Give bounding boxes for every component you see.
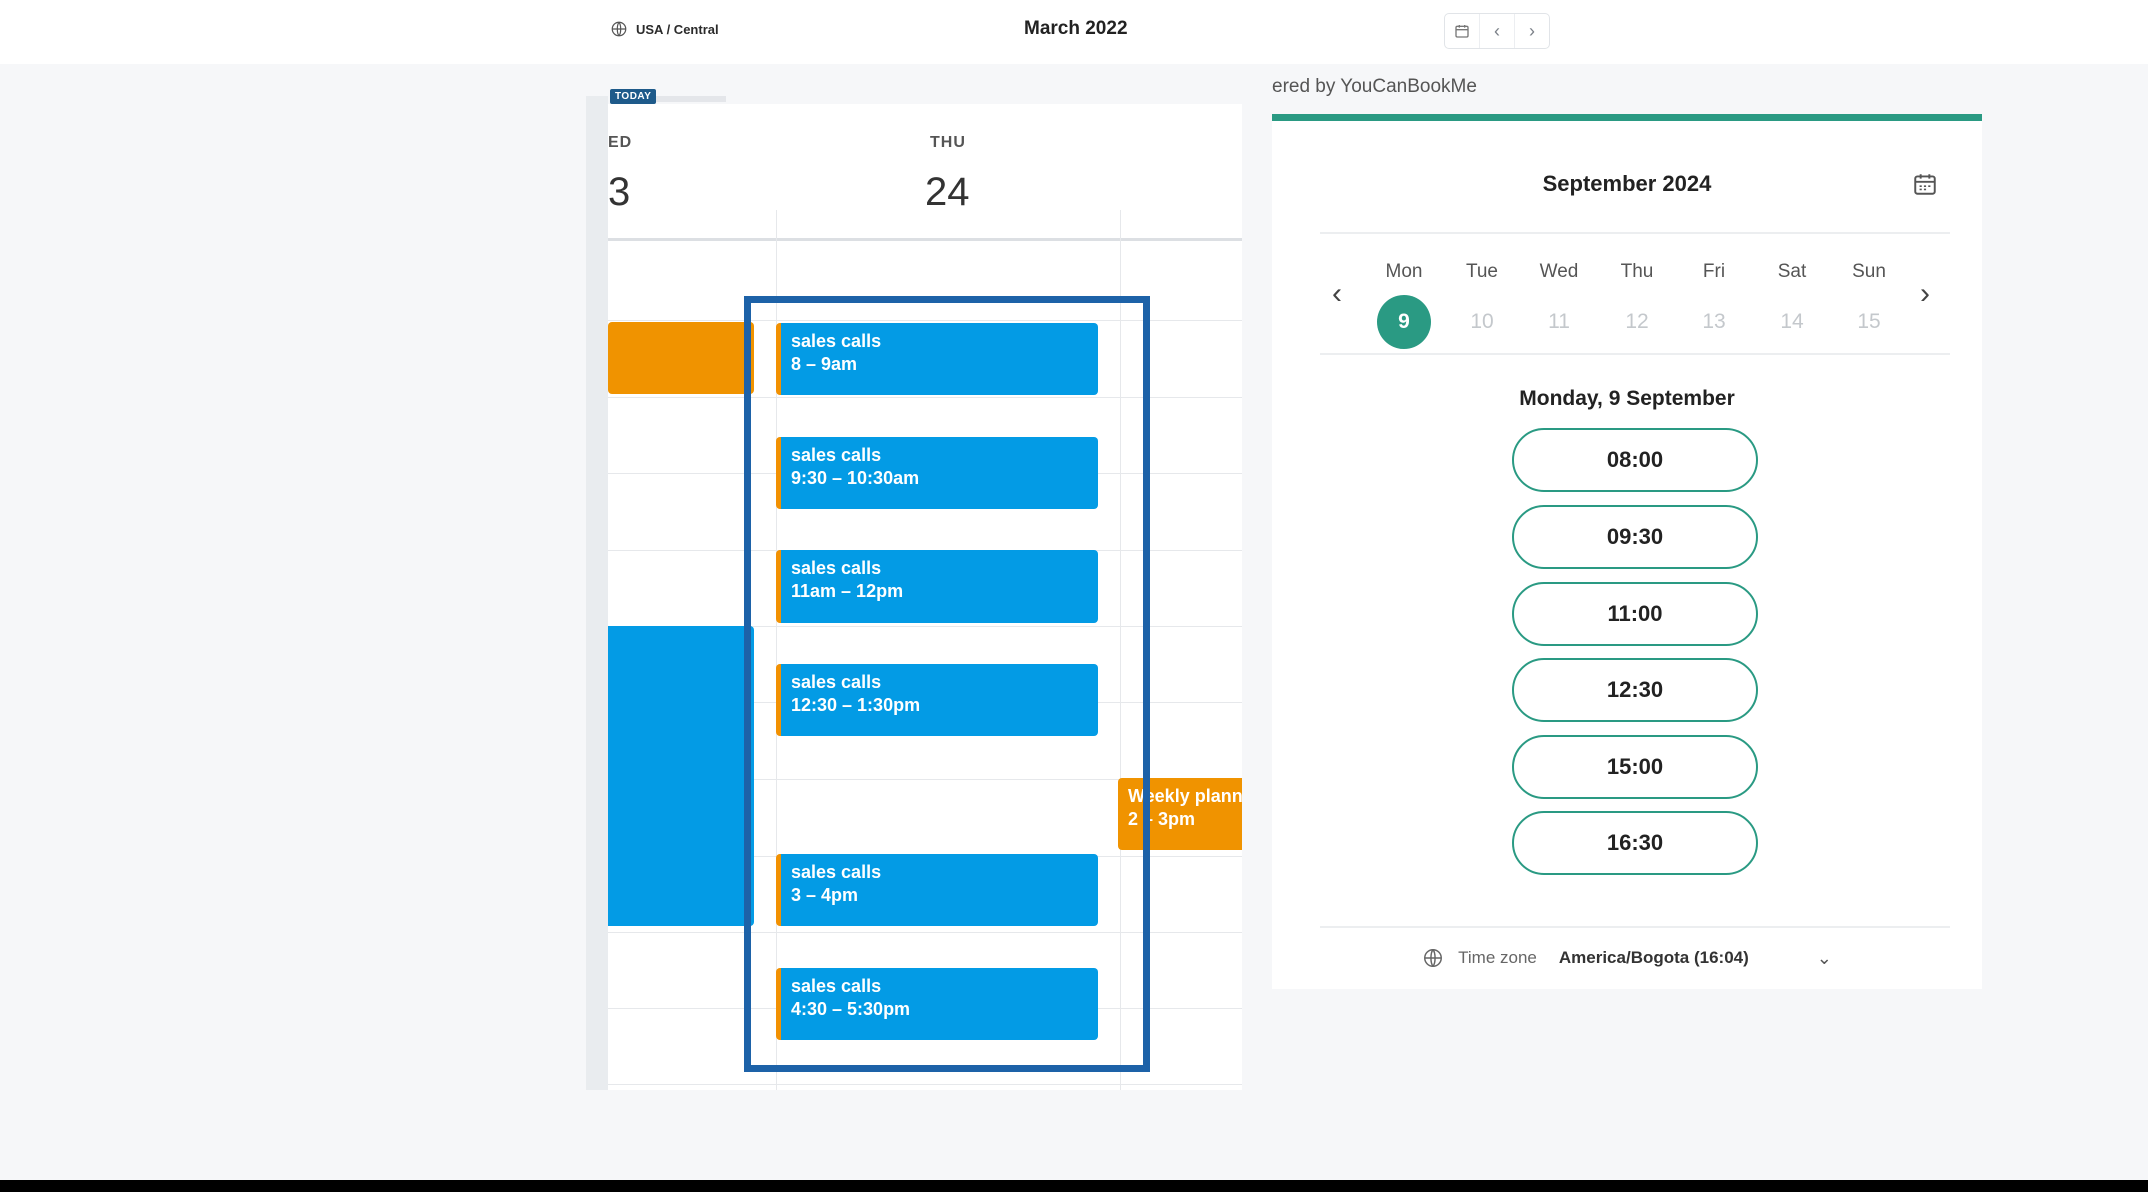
date-nav: ‹ ›	[1444, 13, 1550, 49]
divider	[1320, 232, 1950, 234]
header-divider	[608, 238, 1242, 241]
chevron-left-icon: ‹	[1494, 20, 1500, 41]
time-slot-button[interactable]: 11:00	[1512, 582, 1758, 646]
booking-widget: September 2024 ‹ Mon 9 Tue 10 Wed 11 Thu…	[1272, 114, 1982, 989]
prev-week-button[interactable]: ‹	[1332, 277, 1342, 311]
powered-by-text: ered by YouCanBookMe	[1272, 76, 1477, 97]
top-bar: USA / Central March 2022 ‹ ›	[0, 0, 2148, 64]
timezone-selector[interactable]: Time zone America/Bogota (16:04) ⌄	[1272, 947, 1982, 969]
divider	[1320, 926, 1950, 928]
timezone-value: America/Bogota (16:04)	[1558, 948, 1749, 967]
day-header-thu: THU	[930, 134, 966, 151]
timezone-label: Time zone	[1458, 948, 1537, 967]
today-badge: TODAY	[610, 89, 657, 104]
week-day-fri[interactable]: Fri 13	[1684, 261, 1744, 349]
next-button[interactable]: ›	[1514, 14, 1549, 48]
grid-line	[608, 1084, 1242, 1085]
calendar-icon	[1455, 25, 1469, 38]
highlight-annotation	[744, 296, 1150, 1072]
calendar-icon[interactable]	[1912, 171, 1938, 197]
time-slot-button[interactable]: 12:30	[1512, 658, 1758, 722]
week-day-tue[interactable]: Tue 10	[1452, 261, 1512, 349]
time-slot-button[interactable]: 08:00	[1512, 428, 1758, 492]
day-number-wed[interactable]: 3	[608, 170, 630, 215]
time-slot-button[interactable]: 16:30	[1512, 811, 1758, 875]
calendar-scroll-strip	[586, 96, 608, 1090]
week-day-number: 15	[1857, 310, 1881, 333]
week-day-number: 9	[1377, 295, 1431, 349]
globe-icon	[611, 21, 627, 37]
week-day-name: Tue	[1465, 261, 1499, 282]
day-header-wed: ED	[608, 134, 633, 151]
next-week-button[interactable]: ›	[1920, 277, 1930, 311]
calendar-picker-button[interactable]	[1445, 14, 1479, 48]
week-day-sat[interactable]: Sat 14	[1762, 261, 1822, 349]
time-slot-button[interactable]: 15:00	[1512, 735, 1758, 799]
chevron-down-icon: ⌄	[1816, 947, 1832, 968]
time-slot-button[interactable]: 09:30	[1512, 505, 1758, 569]
month-title: March 2022	[1024, 18, 1128, 39]
week-day-name: Mon	[1385, 261, 1423, 282]
week-day-name: Wed	[1539, 261, 1579, 282]
timezone-label: USA / Central	[636, 21, 719, 37]
event-block-wed-orange[interactable]	[608, 322, 754, 394]
day-number-thu[interactable]: 24	[925, 170, 970, 215]
chevron-right-icon: ›	[1920, 277, 1930, 310]
globe-icon	[1424, 949, 1443, 967]
chevron-left-icon: ‹	[1332, 277, 1342, 310]
selected-date-title: Monday, 9 September	[1519, 387, 1735, 410]
widget-month-title: September 2024	[1542, 171, 1712, 196]
week-day-number: 12	[1625, 310, 1649, 333]
event-block-wed-blue[interactable]	[608, 626, 754, 926]
week-day-number: 14	[1780, 310, 1804, 333]
week-day-mon[interactable]: Mon 9	[1374, 261, 1434, 349]
week-day-number: 13	[1702, 310, 1726, 333]
prev-button[interactable]: ‹	[1479, 14, 1514, 48]
week-day-name: Sat	[1777, 261, 1807, 282]
week-day-sun[interactable]: Sun 15	[1839, 261, 1899, 349]
bottom-edge	[0, 1180, 2148, 1192]
week-day-thu[interactable]: Thu 12	[1607, 261, 1667, 349]
timezone-selector[interactable]: USA / Central	[610, 20, 719, 38]
week-day-name: Sun	[1852, 261, 1886, 282]
week-day-name: Fri	[1702, 261, 1726, 282]
week-day-name: Thu	[1620, 261, 1654, 282]
chevron-right-icon: ›	[1529, 20, 1535, 41]
divider	[1320, 353, 1950, 355]
week-day-number: 10	[1470, 310, 1494, 333]
week-day-number: 11	[1548, 310, 1570, 333]
week-day-wed[interactable]: Wed 11	[1529, 261, 1589, 349]
